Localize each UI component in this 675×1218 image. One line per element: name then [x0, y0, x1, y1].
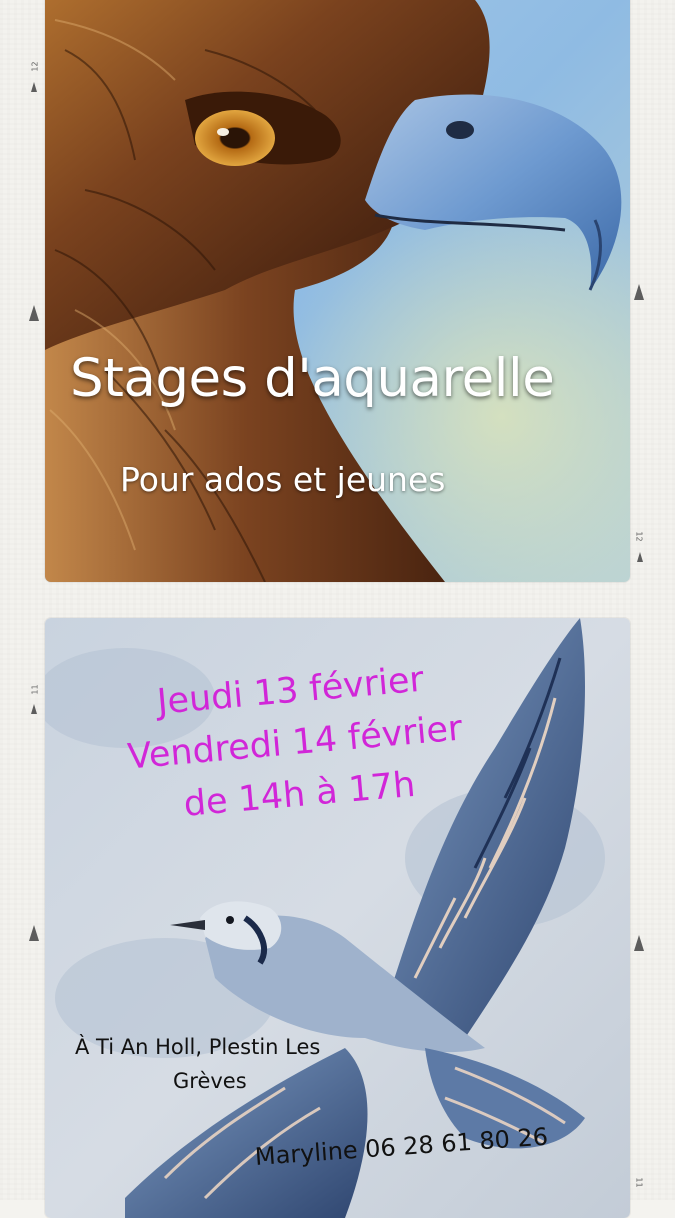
ruler-number-top-right: 12 — [634, 531, 644, 542]
subtitle: Pour ados et jeunes — [120, 460, 446, 499]
ruler-marker-icon — [634, 935, 644, 951]
page-title: Stages d'aquarelle — [70, 348, 555, 409]
ruler-marker-icon — [31, 704, 37, 714]
location-line-1: À Ti An Holl, Plestin Les — [75, 1035, 321, 1059]
ruler-number-bottom-right: 11 — [634, 1177, 644, 1188]
ruler-number-top-left: 12 — [30, 61, 40, 72]
event-location: À Ti An Holl, Plestin Les Grèves — [75, 1030, 395, 1098]
ruler-number-bottom-left: 11 — [30, 684, 40, 695]
ruler-marker-icon — [31, 82, 37, 92]
ruler-marker-icon — [634, 284, 644, 300]
ruler-marker-icon — [637, 552, 643, 562]
ruler-marker-icon — [29, 305, 39, 321]
ruler-marker-icon — [29, 925, 39, 941]
location-line-2: Grèves — [173, 1069, 247, 1093]
